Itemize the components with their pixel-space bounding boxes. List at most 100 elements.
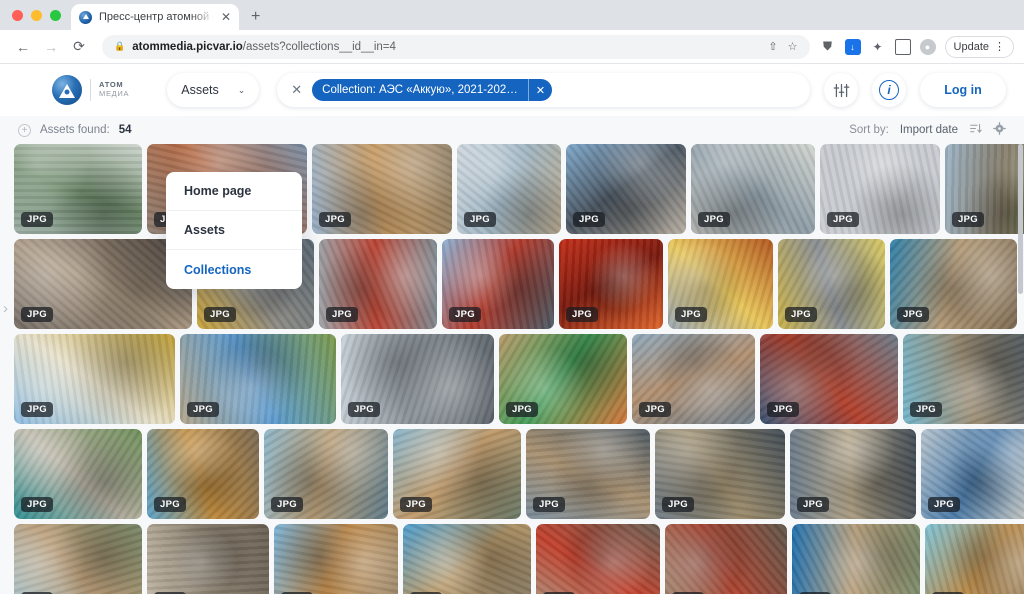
file-format-badge: JPG (348, 402, 380, 417)
asset-tile[interactable]: JPG (147, 524, 269, 594)
asset-tile[interactable]: JPG (820, 144, 940, 234)
scope-select-value: Assets (181, 83, 219, 97)
file-format-badge: JPG (767, 402, 799, 417)
asset-tile[interactable]: JPG (264, 429, 388, 519)
asset-tile[interactable]: JPG (668, 239, 773, 329)
file-format-badge: JPG (928, 497, 960, 512)
filters-button[interactable] (824, 73, 858, 107)
file-format-badge: JPG (21, 212, 53, 227)
address-bar[interactable]: 🔒 atommedia.picvar.io/assets?collections… (102, 34, 810, 59)
scope-dropdown-menu: Home page Assets Collections (166, 172, 302, 289)
asset-tile[interactable]: JPG (655, 429, 785, 519)
shield-icon[interactable]: ⛊ (820, 39, 836, 55)
asset-tile[interactable]: JPG (526, 429, 650, 519)
asset-tile[interactable]: JPG (499, 334, 627, 424)
asset-tile[interactable]: JPG (903, 334, 1024, 424)
file-format-badge: JPG (449, 307, 481, 322)
asset-tile[interactable]: JPG (14, 334, 175, 424)
close-window-button[interactable] (12, 9, 23, 21)
asset-grid-row: JPGJPGJPGJPGJPGJPGJPGJPG (14, 144, 1024, 234)
sort-descending-icon[interactable] (969, 122, 982, 138)
app-logo[interactable]: АТОМ МЕДИА (52, 75, 129, 105)
asset-tile[interactable]: JPG (319, 239, 437, 329)
file-format-badge: JPG (464, 212, 496, 227)
file-format-badge: JPG (675, 307, 707, 322)
results-bar: + Assets found: 54 Sort by: Import date (0, 116, 1024, 144)
menu-item-collections[interactable]: Collections (166, 250, 302, 289)
new-tab-button[interactable]: + (251, 8, 260, 26)
profile-avatar-icon[interactable]: ● (919, 38, 936, 55)
asset-tile[interactable]: JPG (14, 144, 142, 234)
asset-tile[interactable]: JPG (778, 239, 885, 329)
gear-icon[interactable] (993, 122, 1006, 138)
maximize-window-button[interactable] (50, 9, 61, 21)
asset-tile[interactable]: JPG (312, 144, 452, 234)
browser-menu-icon[interactable]: ⋮ (994, 40, 1005, 53)
asset-tile[interactable]: JPG (945, 144, 1024, 234)
url-host: atommedia.picvar.io (132, 40, 243, 53)
minimize-window-button[interactable] (31, 9, 42, 21)
tab-close-icon[interactable]: ✕ (221, 11, 231, 23)
asset-grid-scroll[interactable]: JPG JPG JPG JPG JPG JPG JPG JPG JPG JPG JPG JPG JPG J… (0, 144, 1024, 594)
file-format-badge: JPG (827, 212, 859, 227)
asset-tile[interactable]: JPG (14, 429, 142, 519)
asset-tile[interactable]: JPG (393, 429, 521, 519)
menu-item-assets[interactable]: Assets (166, 211, 302, 250)
sidepanel-icon[interactable] (894, 38, 911, 55)
forward-button[interactable]: → (38, 34, 64, 60)
asset-tile[interactable]: JPG (665, 524, 787, 594)
asset-tile[interactable]: JPG (790, 429, 916, 519)
collection-filter-label: Collection: АЭС «Аккую», 2021-2023… (322, 84, 525, 96)
file-format-badge: JPG (154, 497, 186, 512)
download-icon[interactable]: ↓ (844, 38, 861, 55)
asset-tile[interactable]: JPG (457, 144, 561, 234)
menu-item-home-page[interactable]: Home page (166, 172, 302, 211)
file-format-badge: JPG (573, 212, 605, 227)
asset-tile[interactable]: JPG (925, 524, 1024, 594)
asset-tile[interactable]: JPG (632, 334, 755, 424)
asset-tile[interactable]: JPG (147, 429, 259, 519)
info-button[interactable]: i (872, 73, 906, 107)
update-button[interactable]: Update ⋮ (944, 35, 1014, 58)
sort-by-value[interactable]: Import date (900, 124, 958, 136)
collection-filter-chip[interactable]: Collection: АЭС «Аккую», 2021-2023… ✕ (312, 79, 553, 101)
asset-tile[interactable]: JPG (341, 334, 494, 424)
puzzle-icon[interactable]: ✦ (870, 39, 886, 55)
extensions-area: ⛊ ↓ ✦ ● Update ⋮ (820, 35, 1014, 58)
file-format-badge: JPG (21, 307, 53, 322)
asset-grid-row: JPGJPGJPGJPGJPGJPGJPGJPG (14, 239, 1017, 329)
file-format-badge: JPG (187, 402, 219, 417)
asset-tile[interactable]: JPG (691, 144, 815, 234)
asset-tile[interactable]: JPG (180, 334, 336, 424)
browser-tab[interactable]: Пресс-центр атомной отрас ✕ (71, 4, 239, 30)
scope-select[interactable]: Assets ⌄ (167, 73, 260, 107)
remove-filter-icon[interactable]: ✕ (527, 79, 552, 101)
asset-tile[interactable]: JPG (760, 334, 898, 424)
clear-search-icon[interactable]: ✕ (291, 82, 302, 98)
previous-page-arrow[interactable]: › (3, 300, 8, 317)
star-icon[interactable]: ☆ (788, 40, 798, 53)
asset-tile[interactable]: JPG (921, 429, 1024, 519)
back-button[interactable]: ← (10, 34, 36, 60)
asset-tile[interactable]: JPG (792, 524, 920, 594)
asset-tile[interactable]: JPG (559, 239, 663, 329)
asset-grid: JPG JPG JPG JPG JPG JPG JPG JPG JPG JPG JPG JPG JPG J… (0, 144, 1024, 594)
file-format-badge: JPG (566, 307, 598, 322)
asset-tile[interactable]: JPG (442, 239, 554, 329)
tab-favicon-icon (79, 10, 92, 24)
asset-tile[interactable]: JPG (274, 524, 398, 594)
file-format-badge: JPG (952, 212, 984, 227)
reload-button[interactable]: ⟳ (66, 34, 92, 60)
asset-tile[interactable]: JPG (890, 239, 1017, 329)
search-bar[interactable]: ✕ Collection: АЭС «Аккую», 2021-2023… ✕ (277, 73, 810, 107)
asset-tile[interactable]: JPG (14, 524, 142, 594)
asset-tile[interactable]: JPG (536, 524, 660, 594)
share-icon[interactable]: ⇧ (768, 40, 777, 53)
add-icon[interactable]: + (18, 123, 31, 137)
login-button[interactable]: Log in (920, 73, 1006, 107)
asset-tile[interactable]: JPG (403, 524, 531, 594)
asset-grid-row: JPGJPGJPGJPGJPGJPGJPGJPG (14, 524, 1024, 594)
asset-tile[interactable]: JPG (566, 144, 686, 234)
file-format-badge: JPG (910, 402, 942, 417)
vertical-scrollbar[interactable] (1018, 144, 1023, 294)
